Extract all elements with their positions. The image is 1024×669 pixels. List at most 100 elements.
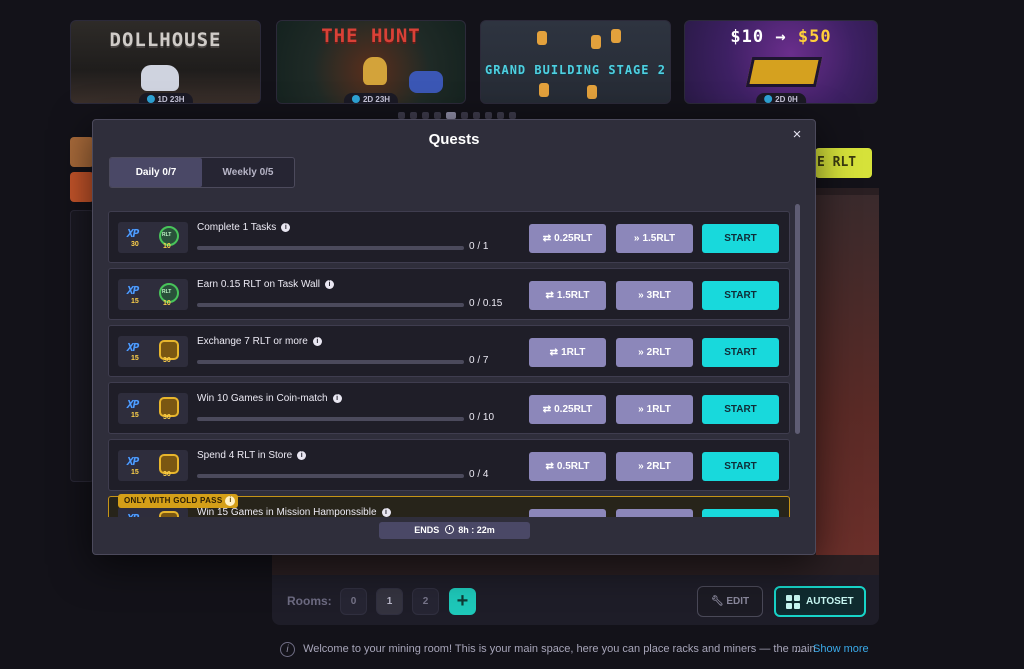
tab-daily[interactable]: Daily 0/7 <box>110 158 202 187</box>
quests-modal: Quests × Daily 0/7 Weekly 0/5 XP3010Comp… <box>92 119 816 555</box>
quest-rewards: XP 15 30 <box>118 393 188 424</box>
doll-figure <box>141 65 179 91</box>
quest-title: Spend 4 RLT in Store i <box>197 450 307 461</box>
banner-the-hunt[interactable]: THE HUNT 2D 23H <box>276 20 466 104</box>
xp-icon: XP 15 <box>127 398 139 419</box>
start-button[interactable]: START <box>702 281 779 310</box>
quest-rewards: XP15 10 <box>118 279 188 310</box>
quest-title: Win 15 Games in Mission Hamponssible i <box>197 507 391 517</box>
start-button[interactable] <box>702 509 779 517</box>
start-button[interactable]: START <box>702 395 779 424</box>
room-button-0[interactable]: 0 <box>340 588 367 615</box>
skip-button[interactable]: » 2RLT <box>616 452 693 481</box>
fast-forward-icon: » <box>638 404 644 415</box>
progress-value: 0 / 7 <box>469 355 489 366</box>
banner-title: THE HUNT <box>321 25 421 47</box>
exchange-button[interactable]: ⇄ 1.5RLT <box>529 281 606 310</box>
rooms-bar: Rooms: 0 1 2 + 🔧︎ EDIT AUTOSET <box>272 575 879 625</box>
token-amount: 30 <box>163 357 171 364</box>
exchange-button[interactable]: ⇄ 1RLT <box>529 338 606 367</box>
xp-amount: 15 <box>131 298 139 305</box>
exchange-icon: ⇄ <box>549 347 559 358</box>
quest-tabs: Daily 0/7 Weekly 0/5 <box>109 157 295 188</box>
fast-forward-icon: » <box>638 347 644 358</box>
xp-icon: XP 15 <box>127 341 139 362</box>
token-amount: 10 <box>163 243 171 250</box>
quest-rewards: XP30 10 <box>118 222 188 253</box>
start-button[interactable]: START <box>702 224 779 253</box>
gamepad-icon <box>409 71 443 93</box>
edit-button[interactable]: 🔧︎ EDIT <box>697 586 763 617</box>
quest-row: XP 15 30 Win 10 Games in Coin-match i 0 / 10 ⇄… <box>108 382 790 434</box>
quest-row: XP 15 30 Spend 4 RLT in Store i 0 / 4 ⇄ 0.5RLT »… <box>108 439 790 491</box>
token-amount: 30 <box>163 414 171 421</box>
xp-amount: 15 <box>131 469 139 476</box>
quest-title: Win 10 Games in Coin-match i <box>197 393 342 404</box>
progress-bar <box>197 303 464 307</box>
skip-button[interactable]: » <box>616 509 693 517</box>
quest-row: XP30 10 Complete 1 Tasksi 0 / 1 ⇄0.25RLT »1.5… <box>108 211 790 263</box>
info-icon[interactable]: i <box>381 508 391 517</box>
avatar[interactable] <box>70 137 94 167</box>
show-more-link[interactable]: Show more <box>813 643 869 655</box>
rlt-tag[interactable]: E RLT <box>815 148 872 178</box>
tab-weekly[interactable]: Weekly 0/5 <box>202 158 294 187</box>
start-button[interactable]: START <box>702 338 779 367</box>
add-room-button[interactable]: + <box>449 588 476 615</box>
info-icon[interactable]: i <box>281 223 291 232</box>
info-icon[interactable]: i <box>225 496 236 506</box>
exchange-icon: ⇄ <box>545 461 554 472</box>
exchange-button[interactable]: ⇄ <box>529 509 606 517</box>
quest-title: Complete 1 Tasks i <box>197 222 291 233</box>
banner-deposit-bonus[interactable]: $10 → $50 2D 0H <box>684 20 878 104</box>
info-text: Welcome to your mining room! This is you… <box>303 643 816 655</box>
info-icon[interactable]: i <box>312 337 322 346</box>
info-icon[interactable]: i <box>332 394 342 403</box>
avatar[interactable] <box>70 172 94 202</box>
close-icon[interactable]: × <box>789 126 805 144</box>
start-button[interactable]: START <box>702 452 779 481</box>
exchange-button[interactable]: ⇄ 0.5RLT <box>529 452 606 481</box>
banner-grand-building[interactable]: GRAND BUILDING STAGE 2 <box>480 20 671 104</box>
quest-list[interactable]: XP3010Complete 1 Tasksi0 / 1⇄0.25RLT»1.5… <box>108 211 791 517</box>
room-button-2[interactable]: 2 <box>412 588 439 615</box>
clock-icon <box>351 95 360 103</box>
ship-figure <box>363 57 387 85</box>
info-banner: i Welcome to your mining room! This is y… <box>280 642 880 657</box>
clock-icon <box>146 95 155 103</box>
modal-title: Quests <box>428 131 480 148</box>
skip-button[interactable]: » 3RLT <box>616 281 693 310</box>
xp-amount: 15 <box>131 412 139 419</box>
grid-icon <box>786 595 800 609</box>
side-panel <box>70 210 94 482</box>
banner-timer: 2D 23H <box>343 93 399 103</box>
carousel-dots[interactable] <box>398 112 516 119</box>
xp-icon: XP 15 <box>127 284 139 305</box>
banner-timer: 2D 0H <box>756 93 806 103</box>
progress-bar <box>197 246 464 250</box>
exchange-button[interactable]: ⇄ 0.25RLT <box>529 395 606 424</box>
progress-value: 0 / 1 <box>469 241 489 252</box>
ends-timer: ENDS 8h : 22m <box>379 522 530 539</box>
clock-icon <box>445 525 455 534</box>
skip-button[interactable]: » 1RLT <box>616 395 693 424</box>
autoset-button[interactable]: AUTOSET <box>774 586 866 617</box>
xp-amount: 30 <box>131 241 139 248</box>
banner-title: DOLLHOUSE <box>109 29 222 51</box>
exchange-icon: ⇄ <box>542 233 552 244</box>
quest-title: Exchange 7 RLT or more i <box>197 336 322 347</box>
room-button-1[interactable]: 1 <box>376 588 403 615</box>
skip-button[interactable]: » 2RLT <box>616 338 693 367</box>
banner-dollhouse[interactable]: DOLLHOUSE 1D 23H <box>70 20 261 104</box>
banner-title: $10 → $50 <box>730 27 832 47</box>
info-icon[interactable]: i <box>297 451 307 460</box>
clock-icon <box>764 95 773 103</box>
chest-icon <box>159 511 179 517</box>
info-icon[interactable]: i <box>325 280 335 289</box>
exchange-button[interactable]: ⇄ 0.25RLT <box>529 224 606 253</box>
worker-figure <box>537 31 547 45</box>
progress-value: 0 / 0.15 <box>469 298 503 309</box>
scrollbar[interactable] <box>795 204 800 434</box>
progress-value: 0 / 4 <box>469 469 489 480</box>
skip-button[interactable]: » 1.5RLT <box>616 224 693 253</box>
